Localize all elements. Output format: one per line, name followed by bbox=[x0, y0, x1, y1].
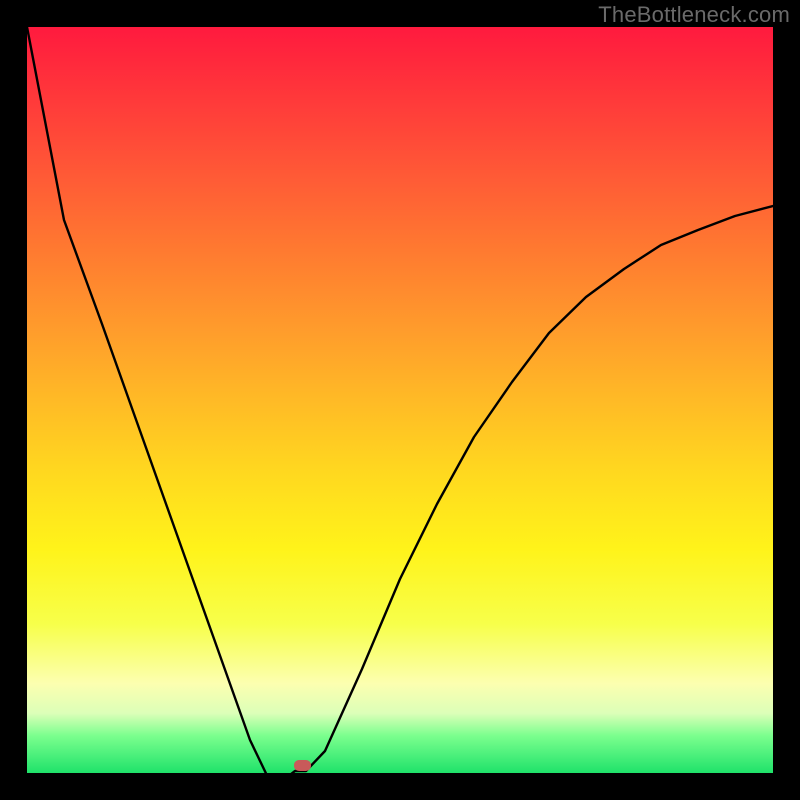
curve-path bbox=[27, 27, 773, 773]
plot-area bbox=[27, 27, 773, 773]
minimum-marker bbox=[294, 760, 311, 771]
bottleneck-curve bbox=[27, 27, 773, 773]
watermark-text: TheBottleneck.com bbox=[598, 2, 790, 28]
chart-frame: TheBottleneck.com bbox=[0, 0, 800, 800]
